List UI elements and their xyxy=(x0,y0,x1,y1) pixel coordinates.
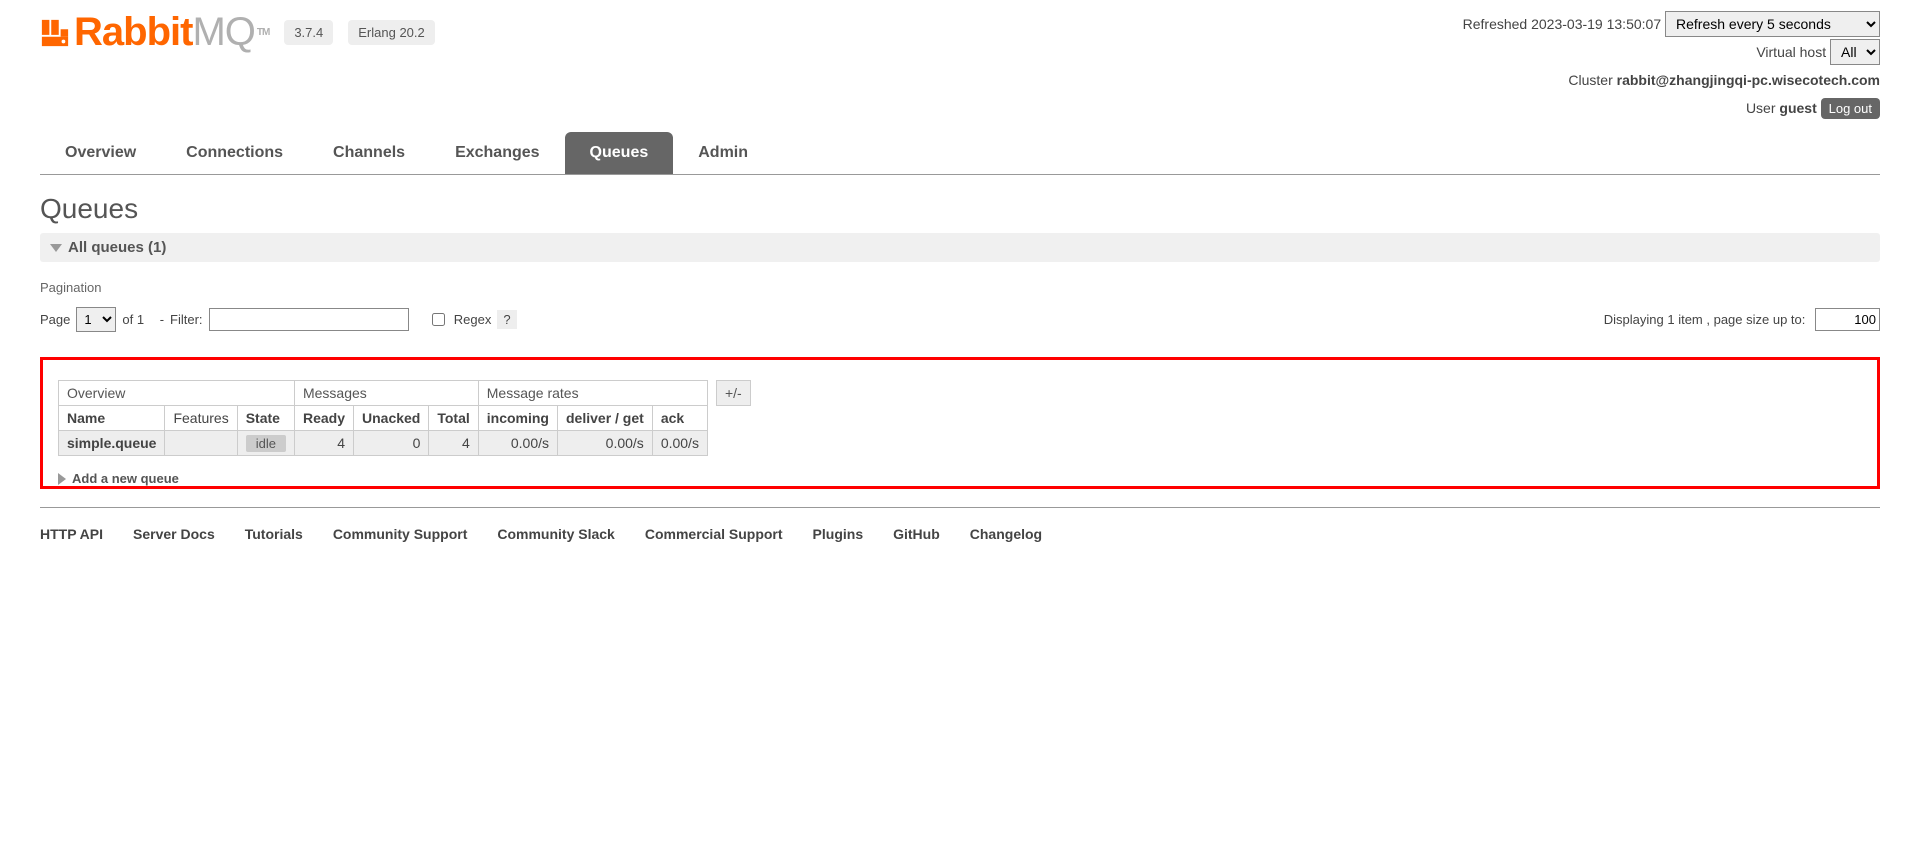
chevron-right-icon xyxy=(58,473,66,485)
queue-total-cell: 4 xyxy=(429,431,478,456)
cluster-label: Cluster xyxy=(1568,72,1616,88)
queue-name-link[interactable]: simple.queue xyxy=(59,431,165,456)
filter-label: Filter: xyxy=(170,312,203,327)
queues-table: Overview Messages Message rates Name Fea… xyxy=(58,380,708,456)
queue-ready-cell: 4 xyxy=(294,431,353,456)
cluster-name: rabbit@zhangjingqi-pc.wisecotech.com xyxy=(1617,72,1880,88)
page-select[interactable]: 1 xyxy=(76,307,116,332)
pagination-label: Pagination xyxy=(40,280,1880,295)
erlang-badge: Erlang 20.2 xyxy=(348,20,435,45)
displaying-items-label: Displaying 1 item , page size up to: xyxy=(1604,312,1806,327)
footer-server-docs[interactable]: Server Docs xyxy=(133,526,215,542)
col-group-overview: Overview xyxy=(59,381,295,406)
queue-features-cell xyxy=(165,431,237,456)
columns-toggle-button[interactable]: +/- xyxy=(716,380,751,406)
tab-connections[interactable]: Connections xyxy=(161,132,308,174)
footer-changelog[interactable]: Changelog xyxy=(970,526,1042,542)
queue-unacked-cell: 0 xyxy=(354,431,429,456)
refreshed-timestamp: Refreshed 2023-03-19 13:50:07 xyxy=(1463,16,1661,32)
footer-http-api[interactable]: HTTP API xyxy=(40,526,103,542)
logo-text-rabbit: Rabbit xyxy=(74,10,192,55)
footer-links: HTTP API Server Docs Tutorials Community… xyxy=(40,526,1880,542)
col-name[interactable]: Name xyxy=(59,406,165,431)
page-label: Page xyxy=(40,312,70,327)
queue-incoming-cell: 0.00/s xyxy=(478,431,557,456)
col-group-rates: Message rates xyxy=(478,381,707,406)
add-new-queue-label: Add a new queue xyxy=(72,471,179,486)
queue-ack-cell: 0.00/s xyxy=(652,431,707,456)
tab-exchanges[interactable]: Exchanges xyxy=(430,132,564,174)
col-features[interactable]: Features xyxy=(165,406,237,431)
rabbit-icon xyxy=(40,18,70,48)
footer-github[interactable]: GitHub xyxy=(893,526,940,542)
footer-community-slack[interactable]: Community Slack xyxy=(497,526,614,542)
logo-text-mq: MQ xyxy=(192,10,254,55)
col-ready[interactable]: Ready xyxy=(294,406,353,431)
page-size-input[interactable] xyxy=(1815,308,1880,331)
footer-community-support[interactable]: Community Support xyxy=(333,526,468,542)
regex-checkbox[interactable] xyxy=(432,313,445,326)
footer-plugins[interactable]: Plugins xyxy=(813,526,864,542)
filter-dash: - xyxy=(160,312,164,327)
all-queues-label: All queues (1) xyxy=(68,239,166,256)
queues-table-highlight: Overview Messages Message rates Name Fea… xyxy=(40,357,1880,489)
vhost-label: Virtual host xyxy=(1756,44,1826,60)
tab-admin[interactable]: Admin xyxy=(673,132,773,174)
chevron-down-icon xyxy=(50,244,62,252)
all-queues-header[interactable]: All queues (1) xyxy=(40,233,1880,262)
col-deliver[interactable]: deliver / get xyxy=(558,406,653,431)
col-ack[interactable]: ack xyxy=(652,406,707,431)
queue-deliver-cell: 0.00/s xyxy=(558,431,653,456)
page-title: Queues xyxy=(40,193,1880,225)
filter-input[interactable] xyxy=(209,308,409,331)
user-label: User xyxy=(1746,100,1779,116)
version-badge: 3.7.4 xyxy=(284,20,333,45)
virtual-host-select[interactable]: All xyxy=(1830,39,1880,65)
tab-overview[interactable]: Overview xyxy=(40,132,161,174)
col-incoming[interactable]: incoming xyxy=(478,406,557,431)
of-pages-label: of 1 xyxy=(122,312,144,327)
rabbitmq-logo[interactable]: RabbitMQTM xyxy=(40,10,269,55)
logo-tm: TM xyxy=(257,27,269,38)
regex-help-button[interactable]: ? xyxy=(497,310,516,329)
user-name: guest xyxy=(1779,100,1816,116)
add-new-queue-toggle[interactable]: Add a new queue xyxy=(58,471,1862,486)
col-unacked[interactable]: Unacked xyxy=(354,406,429,431)
col-state[interactable]: State xyxy=(237,406,294,431)
regex-label: Regex xyxy=(454,312,492,327)
state-badge: idle xyxy=(246,435,286,452)
table-row: simple.queue idle 4 0 4 0.00/s 0.00/s 0.… xyxy=(59,431,708,456)
queue-state-cell: idle xyxy=(237,431,294,456)
logout-button[interactable]: Log out xyxy=(1821,98,1880,119)
refresh-interval-select[interactable]: Refresh every 5 seconds xyxy=(1665,11,1880,37)
tab-queues[interactable]: Queues xyxy=(565,132,674,174)
col-total[interactable]: Total xyxy=(429,406,478,431)
col-group-messages: Messages xyxy=(294,381,478,406)
tab-channels[interactable]: Channels xyxy=(308,132,430,174)
footer-tutorials[interactable]: Tutorials xyxy=(245,526,303,542)
footer-commercial-support[interactable]: Commercial Support xyxy=(645,526,783,542)
